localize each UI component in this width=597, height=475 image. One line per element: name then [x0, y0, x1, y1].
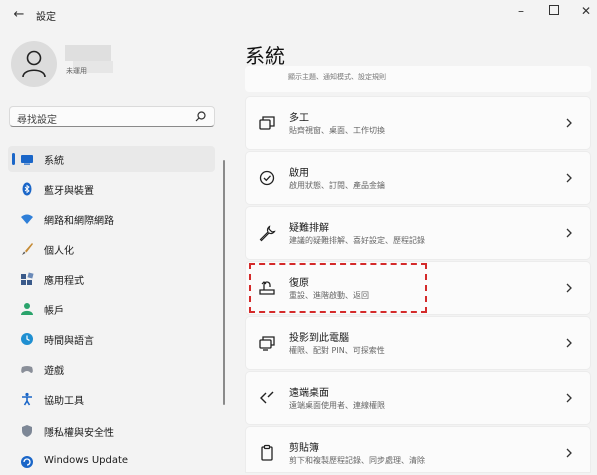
search-icon [195, 111, 206, 122]
sidebar-item-system[interactable]: 系統 [8, 146, 215, 172]
title-bar: ← 設定 – ✕ [0, 0, 597, 30]
system-icon [21, 155, 33, 165]
multitask-icon [259, 116, 275, 130]
sidebar-item-gaming[interactable]: 遊戲 [8, 356, 215, 382]
maximize-icon [549, 5, 559, 15]
projection-icon [259, 336, 275, 351]
sidebar-item-accounts[interactable]: 帳戶 [8, 296, 215, 322]
maximize-button[interactable] [540, 1, 568, 21]
settings-card-multitasking[interactable]: 多工 貼齊視窗、桌面、工作切換 [245, 96, 591, 150]
page-title: 系統 [245, 44, 285, 68]
card-subtitle: 貼齊視窗、桌面、工作切換 [289, 126, 385, 135]
account-icon [21, 303, 33, 315]
sidebar-item-bluetooth[interactable]: 藍牙與裝置 [8, 176, 215, 202]
sidebar-scrollbar[interactable] [223, 160, 225, 405]
selected-indicator [12, 153, 15, 165]
sidebar-item-privacy[interactable]: 隱私權與安全性 [8, 418, 215, 444]
card-title: 遠端桌面 [289, 388, 329, 399]
gaming-icon [21, 366, 33, 373]
sidebar-item-personalization[interactable]: 個人化 [8, 236, 215, 262]
card-title: 啟用 [289, 168, 309, 179]
search-input[interactable]: 尋找設定 [9, 106, 215, 127]
chevron-right-icon [566, 173, 572, 183]
chevron-right-icon [566, 393, 572, 403]
highlight-box [249, 263, 427, 313]
sidebar-item-label: 帳戶 [44, 306, 64, 317]
card-subtitle: 顯示主題、通知模式、設定規則 [288, 73, 386, 81]
sidebar-item-label: 系統 [44, 156, 64, 167]
wrench-icon [259, 225, 276, 242]
close-button[interactable]: ✕ [572, 1, 597, 21]
sidebar-item-accessibility[interactable]: 協助工具 [8, 386, 215, 412]
sidebar-item-label: 個人化 [44, 246, 74, 257]
chevron-right-icon [566, 448, 572, 458]
sidebar-item-windows-update[interactable]: Windows Update [8, 449, 215, 475]
person-icon [22, 50, 46, 78]
shield-icon [22, 425, 32, 437]
settings-card-activation[interactable]: 啟用 啟用狀態、訂閱、產品金鑰 [245, 151, 591, 205]
sidebar-item-time-language[interactable]: 時間與語言 [8, 326, 215, 352]
remote-desktop-icon [260, 391, 274, 404]
search-placeholder: 尋找設定 [17, 115, 57, 126]
chevron-right-icon [566, 118, 572, 128]
sidebar-item-label: 藍牙與裝置 [44, 186, 94, 197]
accessibility-icon [22, 392, 32, 406]
sidebar-item-label: 遊戲 [44, 366, 64, 377]
sidebar-item-label: 網路和網際網路 [44, 216, 114, 227]
sidebar-item-label: 應用程式 [44, 276, 84, 287]
settings-card-clipped[interactable]: 顯示主題、通知模式、設定規則 [245, 66, 591, 92]
minimize-button[interactable]: – [507, 1, 535, 21]
sidebar-item-label: 時間與語言 [44, 336, 94, 347]
chevron-right-icon [566, 283, 572, 293]
brush-icon [22, 243, 33, 255]
card-title: 多工 [289, 113, 309, 124]
user-name-redacted [65, 45, 111, 61]
apps-icon [21, 272, 34, 285]
card-subtitle: 建議的疑難排解、喜好設定、歷程記錄 [289, 236, 425, 245]
sidebar-item-label: 隱私權與安全性 [44, 428, 114, 439]
user-name: 未運用 [66, 67, 87, 75]
wifi-icon [21, 214, 33, 224]
sidebar-item-network[interactable]: 網路和網際網路 [8, 206, 215, 232]
sidebar-item-label: Windows Update [44, 455, 129, 466]
card-subtitle: 剪下和複製歷程記錄、同步處理、清除 [289, 456, 425, 465]
card-title: 投影到此電腦 [289, 333, 349, 344]
card-subtitle: 遠端桌面使用者、連線權限 [289, 401, 385, 410]
sidebar-item-label: 協助工具 [44, 396, 84, 407]
card-title: 剪貼簿 [289, 443, 319, 454]
sidebar-item-apps[interactable]: 應用程式 [8, 266, 215, 292]
bluetooth-icon [22, 182, 32, 196]
chevron-right-icon [566, 338, 572, 348]
back-button[interactable]: ← [8, 5, 30, 25]
avatar[interactable] [11, 41, 57, 87]
settings-card-clipboard[interactable]: 剪貼簿 剪下和複製歷程記錄、同步處理、清除 [245, 426, 591, 473]
chevron-right-icon [566, 228, 572, 238]
activation-icon [259, 170, 275, 186]
app-title: 設定 [36, 12, 56, 23]
settings-card-remote-desktop[interactable]: 遠端桌面 遠端桌面使用者、連線權限 [245, 371, 591, 425]
card-subtitle: 權限、配對 PIN、可探索性 [289, 346, 385, 355]
settings-card-troubleshoot[interactable]: 疑難排解 建議的疑難排解、喜好設定、歷程記錄 [245, 206, 591, 260]
time-language-icon [21, 333, 33, 345]
settings-card-projecting[interactable]: 投影到此電腦 權限、配對 PIN、可探索性 [245, 316, 591, 370]
clipboard-icon [261, 444, 273, 461]
card-title: 疑難排解 [289, 223, 329, 234]
card-subtitle: 啟用狀態、訂閱、產品金鑰 [289, 181, 385, 190]
windows-update-icon [21, 456, 33, 468]
